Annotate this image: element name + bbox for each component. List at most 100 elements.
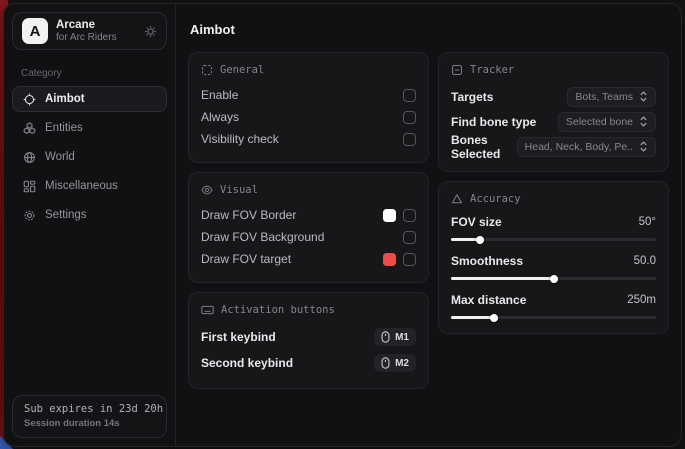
setting-row: Bones Selected Head, Neck, Body, Pe.. (451, 134, 656, 159)
second-keybind-button[interactable]: M2 (374, 354, 416, 372)
app-window: A Arcane for Arc Riders Category (3, 3, 682, 447)
setting-label: FOV size (451, 215, 502, 229)
section-title: Visual (220, 184, 258, 196)
chevrons-up-down-icon (639, 91, 648, 102)
activation-card: Activation buttons First keybind M1 (188, 292, 429, 389)
fov-size-slider[interactable] (451, 238, 656, 241)
box-minus-icon (451, 64, 463, 76)
slider-group: FOV size 50° (451, 213, 656, 241)
setting-row: Targets Bots, Teams (451, 84, 656, 109)
tracker-card: Tracker Targets Bots, Teams (438, 52, 669, 172)
sidebar-item-label: Miscellaneous (45, 180, 118, 192)
slider-value: 50.0 (634, 255, 656, 267)
sidebar-item-label: Aimbot (45, 93, 85, 105)
category-label: Category (21, 68, 175, 79)
setting-label: Always (201, 110, 239, 124)
sidebar-item-label: World (45, 151, 75, 163)
setting-row: Visibility check (201, 128, 416, 150)
sidebar-item-miscellaneous[interactable]: Miscellaneous (12, 173, 167, 199)
smoothness-slider[interactable] (451, 277, 656, 280)
gear-icon[interactable] (144, 25, 157, 38)
app-logo: A (22, 18, 48, 44)
slider-thumb[interactable] (476, 236, 484, 244)
bones-selected-dropdown[interactable]: Head, Neck, Body, Pe.. (517, 137, 656, 157)
setting-row: Draw FOV Border (201, 204, 416, 226)
mouse-icon (381, 357, 390, 369)
setting-row: First keybind M1 (201, 324, 416, 350)
app-subtitle: for Arc Riders (56, 32, 117, 44)
dropdown-value: Bots, Teams (575, 91, 633, 103)
keybind-value: M2 (395, 358, 409, 369)
subscription-card: Sub expires in 23d 20h Session duration … (12, 395, 167, 438)
main-content: Aimbot General Enable (176, 4, 681, 446)
entities-icon (23, 122, 36, 135)
slider-thumb[interactable] (550, 275, 558, 283)
fov-target-color-swatch[interactable] (383, 253, 396, 266)
setting-label: Find bone type (451, 115, 536, 129)
setting-label: Draw FOV Background (201, 230, 324, 244)
sidebar-item-world[interactable]: World (12, 144, 167, 170)
chevrons-up-down-icon (639, 141, 648, 152)
max-distance-slider[interactable] (451, 316, 656, 319)
setting-label: Smoothness (451, 254, 523, 268)
sidebar-item-settings[interactable]: Settings (12, 202, 167, 228)
settings-gear-icon (23, 209, 36, 222)
slider-value: 50° (639, 216, 656, 228)
always-checkbox[interactable] (403, 111, 416, 124)
fov-border-color-swatch[interactable] (383, 209, 396, 222)
globe-icon (23, 151, 36, 164)
sidebar-item-label: Settings (45, 209, 87, 221)
setting-row: Enable (201, 84, 416, 106)
layout-grid-icon (23, 180, 36, 193)
setting-label: Draw FOV Border (201, 208, 296, 222)
slider-group: Smoothness 50.0 (451, 252, 656, 280)
sidebar-nav: Aimbot Entities World (4, 86, 175, 231)
mouse-icon (381, 331, 390, 343)
sidebar-item-aimbot[interactable]: Aimbot (12, 86, 167, 112)
subscription-expiry: Sub expires in 23d 20h (24, 403, 155, 415)
setting-label: First keybind (201, 330, 276, 344)
setting-label: Visibility check (201, 132, 279, 146)
sidebar: A Arcane for Arc Riders Category (4, 4, 176, 446)
dropdown-value: Selected bone (566, 116, 633, 128)
sidebar-item-label: Entities (45, 122, 83, 134)
slider-thumb[interactable] (490, 314, 498, 322)
setting-label: Enable (201, 88, 238, 102)
slider-group: Max distance 250m (451, 291, 656, 319)
setting-label: Max distance (451, 293, 526, 307)
app-name: Arcane (56, 19, 117, 32)
first-keybind-button[interactable]: M1 (374, 328, 416, 346)
dropdown-value: Head, Neck, Body, Pe.. (525, 141, 633, 153)
fov-border-checkbox[interactable] (403, 209, 416, 222)
crosshair-icon (23, 93, 36, 106)
triangle-icon (451, 193, 463, 205)
enable-checkbox[interactable] (403, 89, 416, 102)
section-title: General (220, 64, 264, 76)
eye-icon (201, 184, 213, 196)
visual-card: Visual Draw FOV Border Draw FOV Backgrou… (188, 172, 429, 283)
setting-row: Draw FOV Background (201, 226, 416, 248)
section-title: Activation buttons (221, 304, 335, 316)
dashed-box-icon (201, 64, 213, 76)
section-title: Accuracy (470, 193, 521, 205)
visibility-check-checkbox[interactable] (403, 133, 416, 146)
session-duration: Session duration 14s (24, 418, 155, 429)
brand-card: A Arcane for Arc Riders (12, 12, 167, 50)
setting-row: Always (201, 106, 416, 128)
setting-row: Second keybind M2 (201, 350, 416, 376)
keybind-value: M1 (395, 332, 409, 343)
fov-target-checkbox[interactable] (403, 253, 416, 266)
general-card: General Enable Always Visibility check (188, 52, 429, 163)
setting-label: Targets (451, 90, 493, 104)
page-title: Aimbot (190, 22, 669, 37)
keyboard-icon (201, 304, 214, 316)
setting-label: Bones Selected (451, 133, 517, 161)
targets-dropdown[interactable]: Bots, Teams (567, 87, 656, 107)
slider-value: 250m (627, 294, 656, 306)
sidebar-item-entities[interactable]: Entities (12, 115, 167, 141)
fov-background-checkbox[interactable] (403, 231, 416, 244)
find-bone-type-dropdown[interactable]: Selected bone (558, 112, 656, 132)
setting-row: Find bone type Selected bone (451, 109, 656, 134)
section-title: Tracker (470, 64, 514, 76)
accuracy-card: Accuracy FOV size 50° (438, 181, 669, 334)
